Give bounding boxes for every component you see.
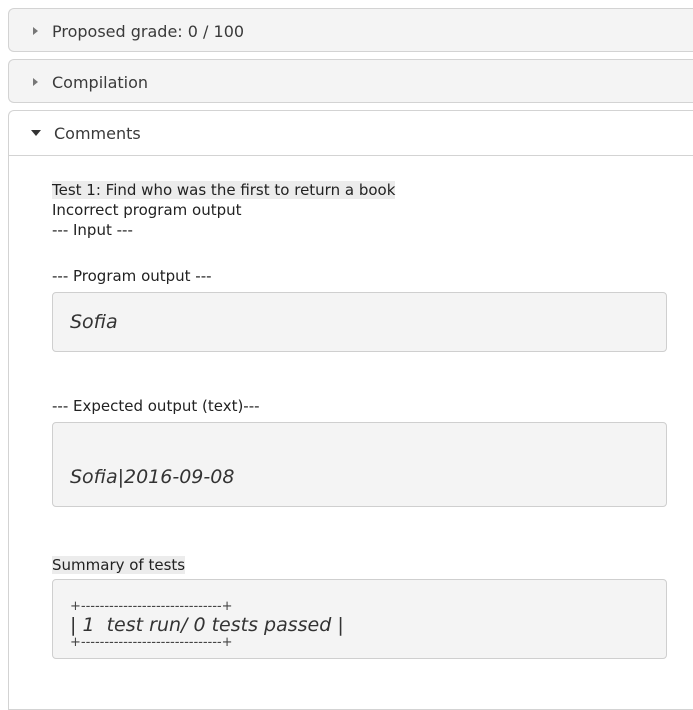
grade-panel-header[interactable]: Proposed grade: 0 / 100 <box>9 9 693 53</box>
collapse-triangle-icon <box>31 130 41 136</box>
program-output-header: --- Program output --- <box>52 267 212 285</box>
input-header: --- Input --- <box>52 221 133 239</box>
expected-output-box: Sofia|2016-09-08 <box>52 422 667 507</box>
grade-panel[interactable]: Proposed grade: 0 / 100 <box>8 8 693 52</box>
program-output-box: Sofia <box>52 292 667 352</box>
comments-content: Test 1: Find who was the first to return… <box>52 180 672 659</box>
program-output-value: Sofia <box>70 311 118 333</box>
comments-panel-header[interactable]: Comments <box>9 111 693 156</box>
grade-label: Proposed grade: 0 / 100 <box>52 21 245 41</box>
summary-header: Summary of tests <box>52 556 186 574</box>
comments-label: Comments <box>54 123 141 143</box>
summary-border-top: +------------------------------+ <box>70 599 233 614</box>
expand-triangle-icon <box>33 27 38 35</box>
expected-output-value: Sofia|2016-09-08 <box>70 466 235 488</box>
expected-output-header: --- Expected output (text)--- <box>52 397 260 415</box>
summary-border-bottom: +------------------------------+ <box>70 635 233 650</box>
expand-triangle-icon <box>33 78 38 86</box>
summary-box: +------------------------------+ | 1 tes… <box>52 579 667 659</box>
test-result: Incorrect program output <box>52 201 242 219</box>
compilation-panel[interactable]: Compilation <box>8 59 693 103</box>
compilation-label: Compilation <box>52 72 149 92</box>
test-title: Test 1: Find who was the first to return… <box>52 181 396 199</box>
compilation-panel-header[interactable]: Compilation <box>9 60 693 104</box>
summary-text: | 1 test run/ 0 tests passed | <box>70 614 344 636</box>
